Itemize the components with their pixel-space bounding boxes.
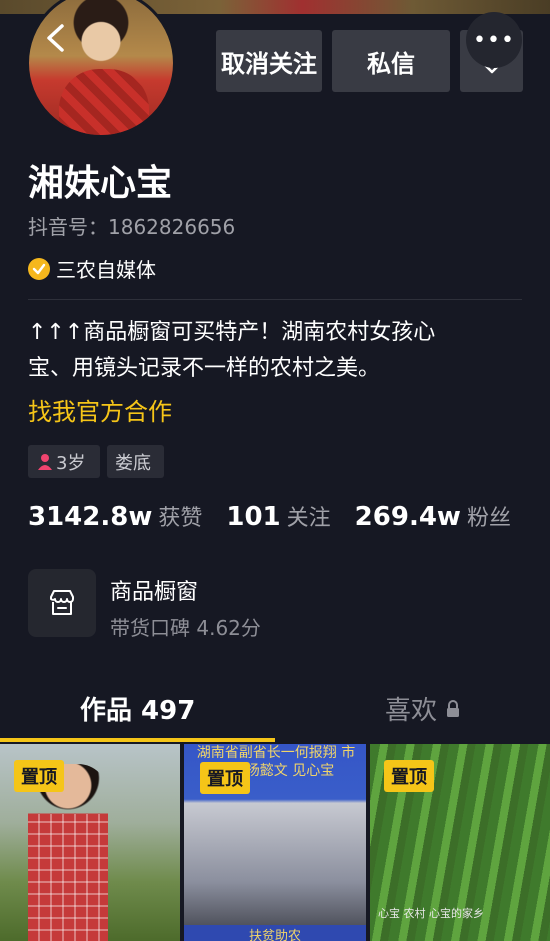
cooperation-link[interactable]: 找我官方合作 [28, 392, 172, 427]
bio-line: ↑↑↑商品橱窗可买特产！湖南农村女孩心 [28, 320, 436, 345]
tab-indicator [0, 738, 275, 742]
check-badge-icon [28, 257, 50, 280]
profile-name: 湘妹心宝 [28, 163, 173, 204]
pinned-badge: 置顶 [14, 760, 64, 792]
bio: ↑↑↑商品橱窗可买特产！湖南农村女孩心 宝、用镜头记录不一样的农村之美。 [28, 315, 498, 387]
following-label[interactable]: 关注 [287, 500, 331, 532]
city-tag: 娄底 [107, 445, 164, 478]
bio-line: 宝、用镜头记录不一样的农村之美。 [28, 356, 381, 381]
storefront-icon [50, 590, 74, 615]
pinned-badge: 置顶 [384, 760, 434, 792]
certification[interactable]: 三农自媒体 [28, 254, 156, 283]
tab-likes-label: 喜欢 [385, 696, 438, 726]
message-button[interactable]: 私信 [332, 30, 450, 92]
age-tag: 3岁 [28, 445, 100, 478]
video-thumbnail[interactable]: 置顶 心宝 农村 心宝的家乡 [370, 744, 550, 941]
shop-rating: 带货口碑 4.62分 [110, 616, 261, 640]
lock-icon [447, 699, 460, 717]
video-thumbnail[interactable]: 湖南省副省长一何报翔 市长一杨懿文 见心宝 置顶 扶贫助农 [184, 744, 366, 941]
video-thumbnail[interactable]: 置顶 [0, 744, 180, 941]
divider [28, 299, 522, 300]
thumbnail-caption: 心宝 农村 心宝的家乡 [378, 907, 484, 920]
followers-label[interactable]: 粉丝 [467, 500, 511, 532]
age-label: 3岁 [56, 452, 86, 474]
shop-title[interactable]: 商品橱窗 [110, 574, 198, 606]
douyin-id[interactable]: 抖音号：1862826656 [28, 211, 235, 240]
certification-label: 三农自媒体 [56, 258, 156, 282]
more-dots-icon[interactable]: ••• [466, 12, 522, 68]
tab-likes[interactable]: 喜欢 [385, 690, 461, 727]
thumbnail-caption-bottom: 扶贫助农 [184, 925, 366, 941]
pinned-badge: 置顶 [200, 762, 250, 794]
shop-entry[interactable] [28, 569, 96, 637]
following-count[interactable]: 101 [226, 502, 280, 532]
female-icon [38, 453, 52, 470]
avatar-dress [59, 69, 149, 135]
likes-count: 3142.8w [28, 502, 153, 532]
likes-label: 获赞 [158, 506, 203, 531]
stats-row: 3142.8w 获赞 101 关注 269.4w 粉丝 [28, 500, 511, 532]
avatar[interactable] [26, 0, 176, 138]
back-icon[interactable] [40, 22, 70, 54]
tab-works[interactable]: 作品 497 [80, 690, 195, 727]
followers-count[interactable]: 269.4w [355, 502, 461, 532]
unfollow-button[interactable]: 取消关注 [216, 30, 322, 92]
